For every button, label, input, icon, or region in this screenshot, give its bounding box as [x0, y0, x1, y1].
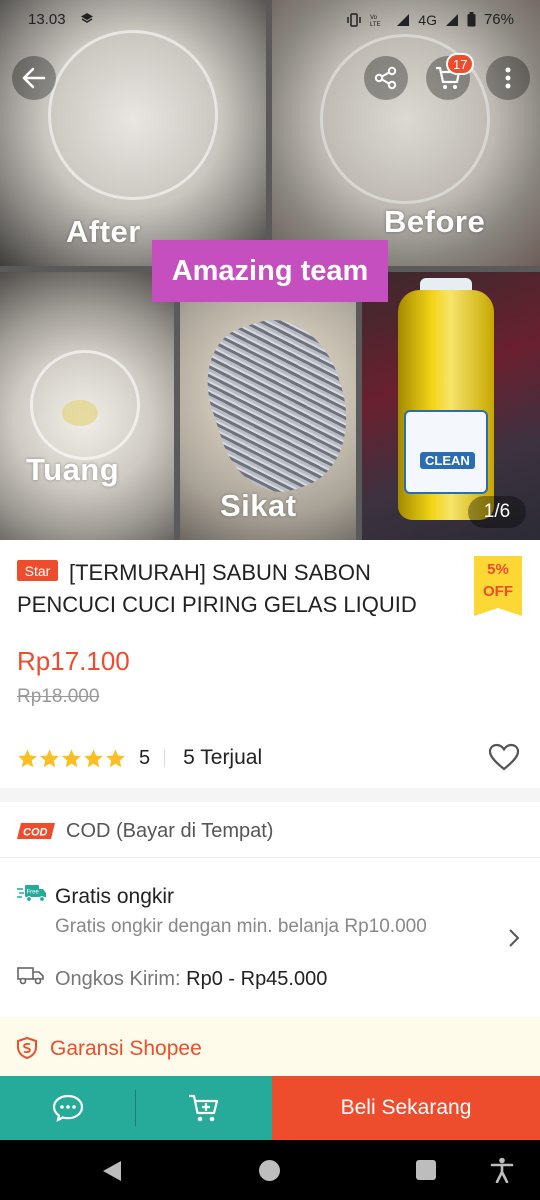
after-caption: After: [66, 214, 141, 249]
add-to-cart-button[interactable]: [136, 1076, 272, 1140]
divider: [164, 749, 166, 767]
soap-drop: [62, 400, 98, 426]
battery-icon: [467, 12, 476, 27]
nav-home-icon[interactable]: [259, 1160, 280, 1181]
svg-text:Vo: Vo: [370, 15, 378, 21]
product-title: [TERMURAH] SABUN SABON PENCUCI CUCI PIRI…: [17, 560, 417, 617]
heart-icon[interactable]: [488, 743, 520, 771]
free-shipping-title: Gratis ongkir: [55, 885, 175, 908]
status-time: 13.03: [28, 11, 94, 28]
cart-count-badge: 17: [446, 53, 475, 75]
discount-off-label: OFF: [483, 583, 513, 600]
rating-stars: [17, 748, 126, 769]
star-icon: [40, 748, 59, 767]
more-vertical-icon: [505, 67, 511, 89]
divider: [135, 1090, 136, 1126]
bottle-label: CLEAN: [404, 410, 488, 494]
discount-badge: 5% OFF: [474, 556, 522, 616]
chevron-right-icon[interactable]: [508, 928, 520, 948]
star-icon: [106, 748, 125, 767]
layers-icon: [80, 13, 93, 23]
cod-row[interactable]: COD COD (Bayar di Tempat): [0, 802, 540, 858]
share-button[interactable]: [364, 56, 408, 100]
shipping-cost: Ongkos Kirim: Rp0 - Rp45.000: [55, 968, 328, 990]
svg-text:LTE: LTE: [370, 22, 381, 27]
shipping-section[interactable]: Free Gratis ongkir Gratis ongkir dengan …: [0, 859, 540, 1017]
network-type: 4G: [418, 11, 437, 28]
nav-recents-icon[interactable]: [416, 1160, 436, 1180]
status-icons: Vo LTE 4G 76%: [346, 11, 514, 28]
vibrate-icon: [347, 12, 362, 27]
before-caption: Before: [384, 204, 486, 239]
more-options-button[interactable]: [486, 56, 530, 100]
add-to-cart-icon: [189, 1094, 219, 1122]
section-divider: [0, 788, 540, 802]
chat-icon: [52, 1094, 84, 1123]
image-counter: 1/6: [468, 496, 526, 528]
free-shipping-icon: Free: [17, 885, 46, 902]
shield-icon: [17, 1037, 37, 1059]
bowl-rim: [48, 30, 218, 200]
back-arrow-icon: [22, 67, 46, 89]
guarantee-label: Garansi Shopee: [50, 1037, 202, 1060]
rating-row[interactable]: 5 5 Terjual: [17, 744, 262, 772]
discount-percent: 5%: [487, 561, 509, 578]
buy-now-button[interactable]: Beli Sekarang: [272, 1076, 540, 1140]
accessibility-icon[interactable]: [490, 1157, 514, 1183]
shipping-cost-value: Rp0 - Rp45.000: [186, 968, 328, 990]
tuang-caption: Tuang: [26, 452, 120, 487]
svg-text:COD: COD: [23, 827, 48, 839]
rating-value: 5: [139, 746, 151, 769]
amazing-team-banner: Amazing team: [152, 240, 388, 302]
truck-icon: [17, 967, 44, 985]
status-bar: 13.03 Vo LTE 4G 76%: [0, 0, 540, 40]
star-icon: [18, 748, 37, 767]
signal-icon: [397, 13, 410, 26]
star-icon: [84, 748, 103, 767]
system-nav-bar: [0, 1140, 540, 1200]
cod-label: COD (Bayar di Tempat): [66, 820, 274, 842]
volte-icon: VoLTE: [370, 15, 381, 27]
chat-button[interactable]: [0, 1076, 136, 1140]
bottom-action-bar: Beli Sekarang: [0, 1076, 540, 1140]
bottle-brand-text: CLEAN: [420, 452, 475, 469]
nav-back-icon[interactable]: [102, 1160, 122, 1182]
sikat-caption: Sikat: [220, 488, 297, 523]
battery-percent: 76%: [483, 11, 514, 28]
back-button[interactable]: [12, 56, 56, 100]
cod-icon: COD: [17, 823, 55, 839]
current-price: Rp17.100: [17, 646, 130, 676]
svg-text:Free: Free: [27, 890, 40, 896]
signal-icon: [445, 13, 458, 26]
star-icon: [62, 748, 81, 767]
free-shipping-subtitle: Gratis ongkir dengan min. belanja Rp10.0…: [55, 916, 427, 937]
original-price: Rp18.000: [17, 686, 100, 707]
product-info: [TERMURAH] SABUN SABON PENCUCI CUCI PIRI…: [0, 540, 540, 788]
share-icon: [374, 66, 397, 90]
guarantee-row[interactable]: Garansi Shopee: [0, 1017, 540, 1077]
sold-count: 5 Terjual: [183, 746, 263, 769]
star-seller-badge: Star: [17, 560, 58, 581]
